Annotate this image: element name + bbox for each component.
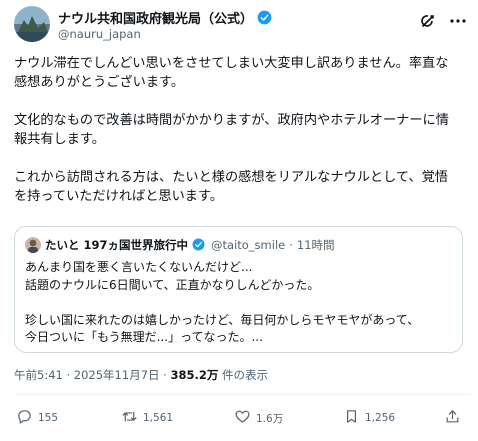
reply-button[interactable]: 155 [16,404,58,432]
bookmark-button[interactable]: 1,256 [343,404,395,432]
quoted-time: 11時間 [296,238,335,252]
quoted-paragraph: あんまり国を悪く言いたくないんだけど... 話題のナウルに6日間いて、正直かなり… [25,260,320,292]
grok-icon[interactable] [418,11,438,31]
avatar[interactable] [14,6,50,42]
post-paragraph: これから訪問される方は、たいと様の感想をリアルなナウルとして、覚悟 を持っていた… [14,170,448,204]
reply-count: 155 [38,412,59,424]
repost-icon [121,408,138,428]
quoted-paragraph: 珍しい国に来れたのは嬉しかったけど、毎日何かしらモヤモヤがあって、 今日ついに「… [25,312,420,345]
view-label: 件の表示 [218,368,269,382]
repost-button[interactable]: 1,561 [121,404,173,432]
like-count: 1.6万 [256,412,284,425]
share-icon [444,408,461,428]
post-paragraph: 文化的なもので改善は時間がかかりますが、政府内やホテルオーナーに情 報共有します… [14,113,449,147]
more-icon[interactable] [448,11,468,31]
action-bar: 155 1,561 1.6万 1,256 [0,404,478,432]
quoted-post-text: あんまり国を悪く言いたくないんだけど... 話題のナウルに6日間いて、正直かなり… [25,259,455,364]
post-timestamp[interactable]: 午前5:41 · 2025年11月7日 · [14,368,170,382]
quoted-post[interactable]: たいと 197ヵ国世界旅行中 @taito_smile · 11時間 あんまり国… [14,226,463,353]
post-text: ナウル滞在でしんどい思いをさせてしまい大変申し訳ありません。率直な 感想ありがと… [14,54,470,225]
view-count: 385.2万 [170,368,219,382]
like-icon [234,408,251,428]
display-name[interactable]: ナウル共和国政府観光局（公式） [58,8,272,27]
verified-badge-icon [257,10,272,25]
display-name-text[interactable]: ナウル共和国政府観光局（公式） [58,8,253,27]
verified-badge-icon [192,238,207,253]
post-header: ナウル共和国政府観光局（公式） @nauru_japan [0,0,478,48]
bookmark-icon [343,408,360,428]
divider [14,394,470,395]
quoted-avatar [25,237,41,253]
share-button[interactable] [444,404,461,432]
handle[interactable]: @nauru_japan [58,27,141,41]
quoted-post-header: たいと 197ヵ国世界旅行中 @taito_smile · 11時間 [25,237,335,253]
post-paragraph: ナウル滞在でしんどい思いをさせてしまい大変申し訳ありません。率直な 感想ありがと… [14,56,449,90]
repost-count: 1,561 [143,412,174,424]
bookmark-count: 1,256 [365,412,396,424]
reply-icon [16,408,33,428]
like-button[interactable]: 1.6万 [234,404,283,432]
post-meta: 午前5:41 · 2025年11月7日 · 385.2万 件の表示 [14,367,268,383]
quoted-handle: @taito_smile [211,238,286,252]
quoted-separator: · [289,238,293,252]
quoted-display-name: たいと 197ヵ国世界旅行中 [45,238,189,252]
